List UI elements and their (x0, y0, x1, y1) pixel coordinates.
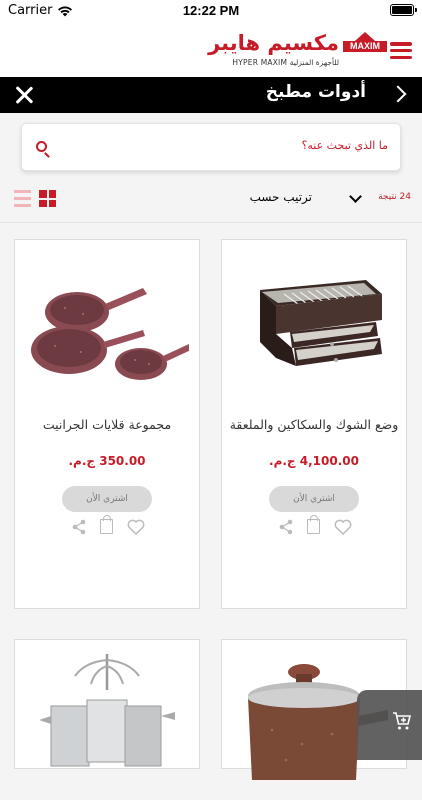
product-card[interactable]: مجموعة قلايات الجرانيت 350.00 ج.م. اشتري… (14, 239, 200, 609)
search-input[interactable] (88, 139, 388, 152)
brand-tagline: HYPER MAXIM للأجهزة المنزلية (232, 58, 339, 67)
share-icon[interactable] (71, 519, 87, 535)
product-card[interactable]: وضع الشوك والسكاكين والملعقة 4,100.00 ج.… (221, 239, 407, 609)
status-time: 12:22 PM (182, 3, 240, 18)
granite-pans-image (31, 288, 189, 380)
product-actions (71, 515, 145, 535)
share-icon[interactable] (278, 519, 294, 535)
heart-icon[interactable] (127, 519, 145, 535)
page-title: أدوات مطبخ (265, 82, 366, 102)
category-title-bar: أدوات مطبخ (0, 77, 422, 113)
product-actions (278, 515, 352, 535)
chevron-down-icon[interactable] (349, 190, 362, 203)
list-view-icon[interactable] (14, 190, 31, 207)
product-price: 4,100.00 ج.م. (269, 454, 359, 468)
buy-now-button[interactable]: اشتري الأن (62, 486, 152, 512)
product-name[interactable]: مجموعة قلايات الجرانيت (15, 417, 199, 432)
divider (0, 222, 422, 223)
battery-icon (390, 4, 417, 16)
app-header: مكسيم هايبر HYPER MAXIM للأجهزة المنزلية… (0, 22, 422, 77)
shopping-bag-icon[interactable] (307, 515, 320, 534)
coffee-pots-rack-image (39, 654, 175, 767)
product-price: 350.00 ج.م. (68, 454, 146, 468)
search-box (21, 123, 401, 171)
search-icon[interactable] (36, 141, 47, 152)
chevron-right-icon[interactable] (389, 85, 407, 103)
add-to-cart-icon (393, 712, 412, 730)
grid-view-icon[interactable] (39, 190, 56, 207)
product-name[interactable]: وضع الشوك والسكاكين والملعقة (222, 417, 406, 432)
close-icon[interactable] (14, 85, 34, 105)
heart-icon[interactable] (334, 519, 352, 535)
status-bar: Carrier 12:22 PM (0, 0, 422, 22)
shopping-bag-icon[interactable] (100, 515, 113, 534)
results-count: 24 نتيجة (378, 192, 411, 202)
buy-now-button[interactable]: اشتري الأن (269, 486, 359, 512)
sort-dropdown[interactable]: ترتيب حسب (250, 190, 312, 204)
results-toolbar: 24 نتيجة ترتيب حسب (0, 180, 422, 218)
brand-logo[interactable]: مكسيم هايبر HYPER MAXIM للأجهزة المنزلية… (208, 30, 387, 70)
cutlery-box-image (260, 280, 382, 366)
logo-text: MAXIM (343, 41, 387, 52)
brand-name: مكسيم هايبر (208, 31, 339, 55)
hamburger-menu-icon[interactable] (390, 42, 412, 59)
maxim-logo-icon: MAXIM (343, 32, 387, 68)
